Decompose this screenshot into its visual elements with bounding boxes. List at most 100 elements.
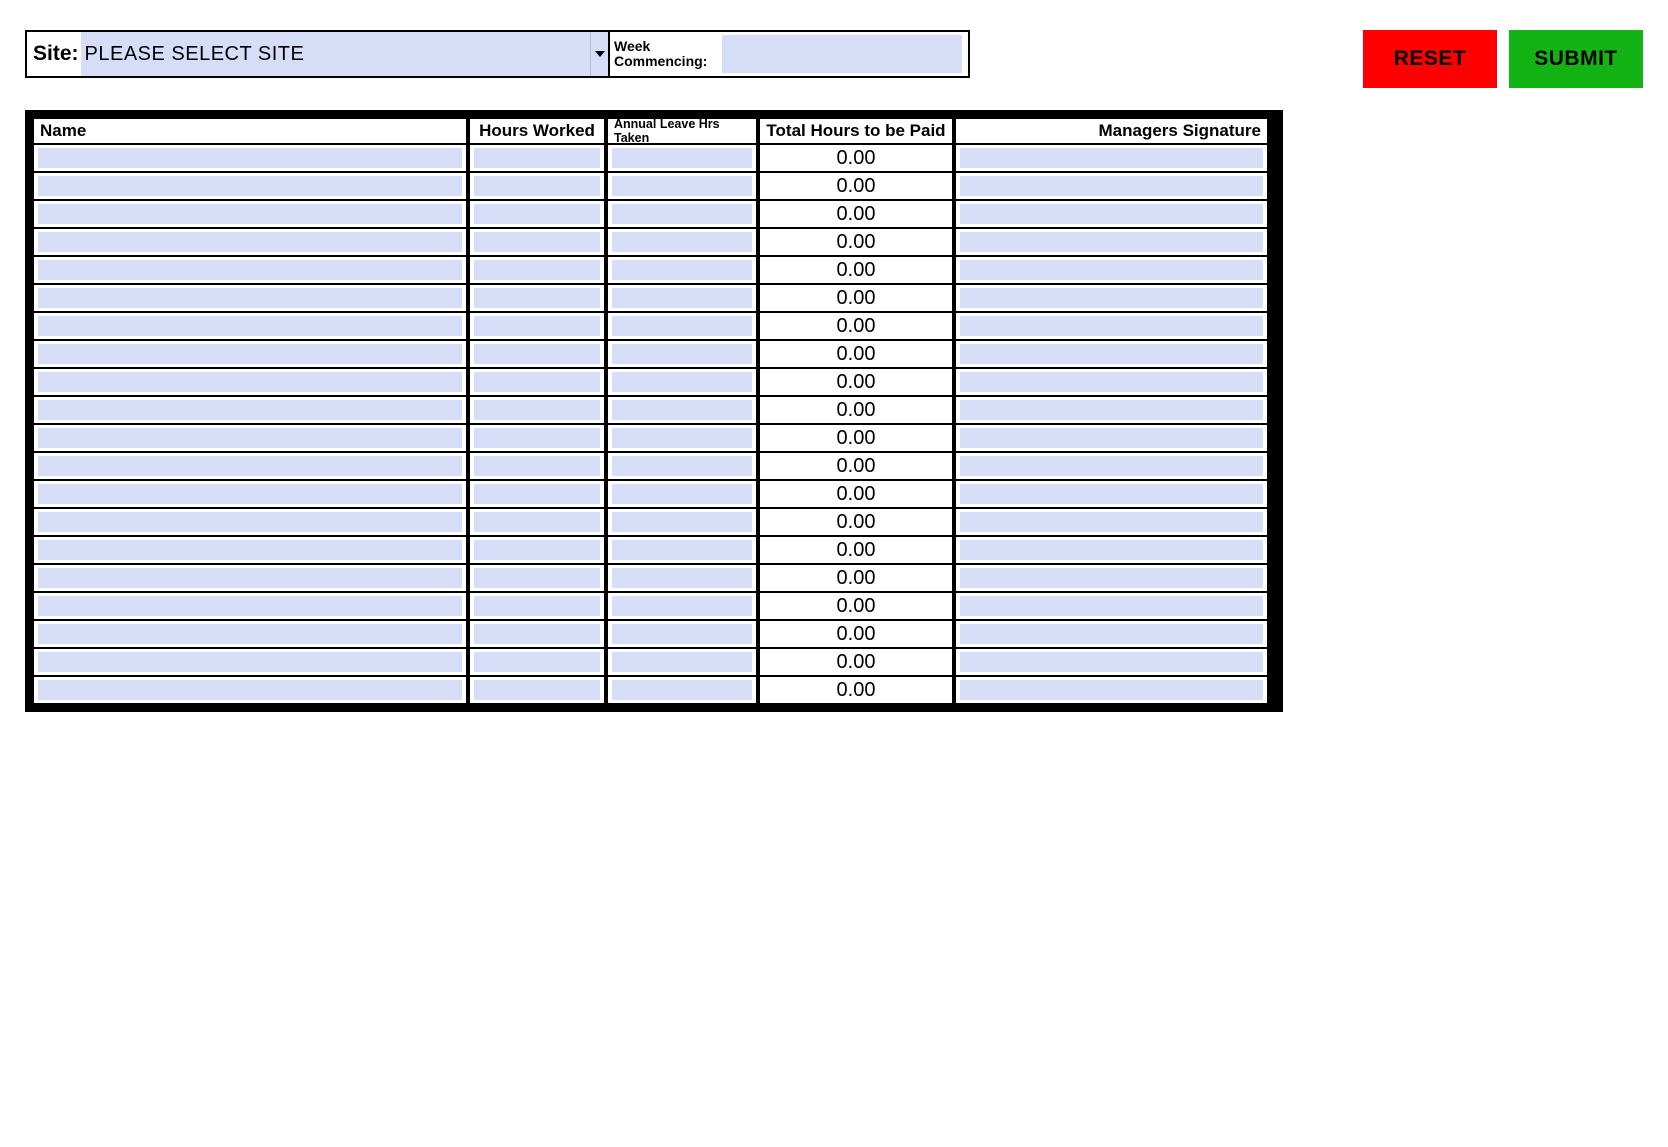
hours-worked-input[interactable] <box>468 563 606 593</box>
hours-worked-input[interactable] <box>468 647 606 677</box>
hours-worked-input[interactable] <box>468 451 606 481</box>
total-hours-text: 0.00 <box>764 595 948 618</box>
signature-input[interactable] <box>954 423 1269 453</box>
name-input[interactable] <box>32 367 468 397</box>
signature-input[interactable] <box>954 227 1269 257</box>
total-hours-value: 0.00 <box>758 283 954 313</box>
signature-input[interactable] <box>954 675 1269 705</box>
hours-worked-input[interactable] <box>468 199 606 229</box>
name-input[interactable] <box>32 339 468 369</box>
hours-worked-input[interactable] <box>468 143 606 173</box>
name-input[interactable] <box>32 619 468 649</box>
total-hours-text: 0.00 <box>764 651 948 674</box>
signature-input[interactable] <box>954 395 1269 425</box>
annual-leave-input[interactable] <box>606 255 758 285</box>
annual-leave-input[interactable] <box>606 311 758 341</box>
hours-worked-input[interactable] <box>468 619 606 649</box>
hours-worked-input[interactable] <box>468 675 606 705</box>
annual-leave-input[interactable] <box>606 675 758 705</box>
hours-worked-input[interactable] <box>468 479 606 509</box>
annual-leave-input[interactable] <box>606 479 758 509</box>
signature-input[interactable] <box>954 311 1269 341</box>
name-input[interactable] <box>32 395 468 425</box>
name-input[interactable] <box>32 675 468 705</box>
signature-input[interactable] <box>954 171 1269 201</box>
total-hours-value: 0.00 <box>758 619 954 649</box>
annual-leave-input[interactable] <box>606 507 758 537</box>
signature-input[interactable] <box>954 591 1269 621</box>
total-hours-value: 0.00 <box>758 479 954 509</box>
hours-worked-input[interactable] <box>468 591 606 621</box>
signature-input[interactable] <box>954 535 1269 565</box>
annual-leave-input[interactable] <box>606 423 758 453</box>
annual-leave-input[interactable] <box>606 563 758 593</box>
total-hours-value: 0.00 <box>758 199 954 229</box>
signature-input[interactable] <box>954 451 1269 481</box>
name-input[interactable] <box>32 647 468 677</box>
total-hours-text: 0.00 <box>764 567 948 590</box>
signature-input[interactable] <box>954 339 1269 369</box>
total-hours-text: 0.00 <box>764 455 948 478</box>
name-input[interactable] <box>32 591 468 621</box>
annual-leave-input[interactable] <box>606 199 758 229</box>
week-field-box: Week Commencing: <box>610 30 970 78</box>
name-input[interactable] <box>32 451 468 481</box>
total-hours-text: 0.00 <box>764 315 948 338</box>
signature-input[interactable] <box>954 199 1269 229</box>
name-input[interactable] <box>32 423 468 453</box>
total-hours-text: 0.00 <box>764 343 948 366</box>
annual-leave-input[interactable] <box>606 283 758 313</box>
name-input[interactable] <box>32 143 468 173</box>
hours-worked-input[interactable] <box>468 255 606 285</box>
total-hours-value: 0.00 <box>758 535 954 565</box>
name-input[interactable] <box>32 227 468 257</box>
reset-button[interactable]: RESET <box>1363 30 1497 88</box>
annual-leave-input[interactable] <box>606 451 758 481</box>
site-select[interactable]: PLEASE SELECT SITE <box>81 32 608 76</box>
signature-input[interactable] <box>954 143 1269 173</box>
hours-worked-input[interactable] <box>468 171 606 201</box>
name-input[interactable] <box>32 479 468 509</box>
annual-leave-input[interactable] <box>606 367 758 397</box>
signature-input[interactable] <box>954 647 1269 677</box>
annual-leave-input[interactable] <box>606 619 758 649</box>
submit-button[interactable]: SUBMIT <box>1509 30 1643 88</box>
hours-worked-input[interactable] <box>468 339 606 369</box>
signature-input[interactable] <box>954 283 1269 313</box>
signature-input[interactable] <box>954 479 1269 509</box>
signature-input[interactable] <box>954 563 1269 593</box>
hours-worked-input[interactable] <box>468 311 606 341</box>
hours-worked-input[interactable] <box>468 535 606 565</box>
signature-input[interactable] <box>954 255 1269 285</box>
hours-worked-input[interactable] <box>468 507 606 537</box>
name-input[interactable] <box>32 535 468 565</box>
annual-leave-input[interactable] <box>606 395 758 425</box>
name-input[interactable] <box>32 255 468 285</box>
name-input[interactable] <box>32 507 468 537</box>
signature-input[interactable] <box>954 367 1269 397</box>
annual-leave-input[interactable] <box>606 227 758 257</box>
total-hours-text: 0.00 <box>764 287 948 310</box>
week-commencing-input[interactable] <box>722 35 962 73</box>
hours-worked-input[interactable] <box>468 227 606 257</box>
signature-input[interactable] <box>954 507 1269 537</box>
total-hours-text: 0.00 <box>764 511 948 534</box>
name-input[interactable] <box>32 199 468 229</box>
hours-worked-input[interactable] <box>468 395 606 425</box>
hours-worked-input[interactable] <box>468 283 606 313</box>
annual-leave-input[interactable] <box>606 647 758 677</box>
annual-leave-input[interactable] <box>606 171 758 201</box>
hours-worked-input[interactable] <box>468 423 606 453</box>
total-hours-text: 0.00 <box>764 203 948 226</box>
name-input[interactable] <box>32 171 468 201</box>
annual-leave-input[interactable] <box>606 339 758 369</box>
total-hours-value: 0.00 <box>758 171 954 201</box>
name-input[interactable] <box>32 563 468 593</box>
hours-worked-input[interactable] <box>468 367 606 397</box>
annual-leave-input[interactable] <box>606 591 758 621</box>
annual-leave-input[interactable] <box>606 535 758 565</box>
name-input[interactable] <box>32 311 468 341</box>
name-input[interactable] <box>32 283 468 313</box>
annual-leave-input[interactable] <box>606 143 758 173</box>
signature-input[interactable] <box>954 619 1269 649</box>
